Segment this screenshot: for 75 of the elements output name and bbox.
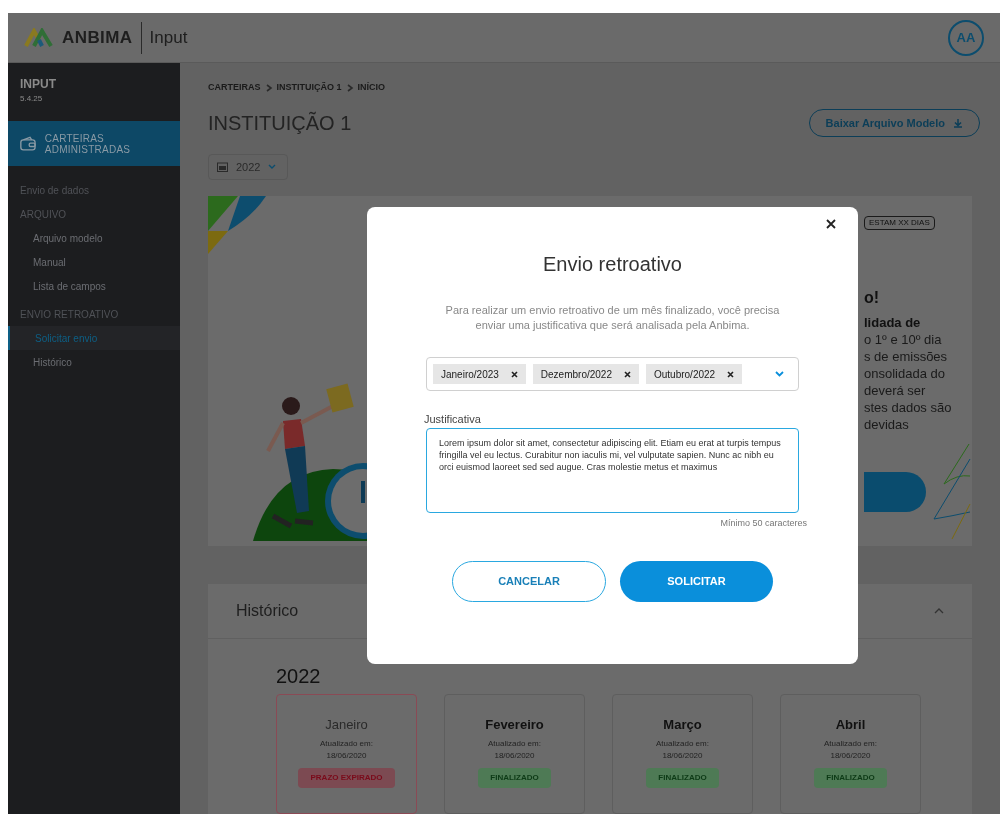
banner-text-line: devidas (864, 416, 909, 433)
download-icon (953, 118, 963, 128)
sidebar-heading: ARQUIVO (19, 207, 68, 222)
chevron-right-icon (264, 84, 273, 92)
app-name: Input (149, 26, 188, 49)
history-title: Histórico (236, 601, 299, 621)
chevron-down-icon (775, 371, 784, 377)
updated-date: 18/06/2020 (326, 749, 367, 762)
dialog-title: Envio retroativo (543, 252, 682, 277)
chevron-up-icon[interactable] (934, 608, 944, 614)
chip-label: Outubro/2022 (654, 367, 716, 382)
page-title: INSTITUIÇÃO 1 (208, 110, 352, 136)
sidebar-item[interactable]: Solicitar envio (8, 326, 180, 350)
sidebar-item[interactable]: Histórico (8, 350, 180, 374)
dialog-description: Para realizar um envio retroativo de um mês finalizado, você precisa enviar uma justificativa que será analisada pela Anbima. (444, 303, 781, 333)
updated-date: 18/06/2020 (662, 749, 703, 762)
month-card[interactable]: Fevereiro Atualizado em: 18/06/2020 FINALIZADO (444, 694, 585, 814)
chevron-right-icon (345, 84, 354, 92)
sidebar-item[interactable]: Arquivo modelo (8, 226, 180, 250)
banner-text-line: s de emissões (864, 348, 948, 365)
updated-label: Atualizado em: (488, 737, 541, 750)
sidebar-item[interactable]: Lista de campos (8, 274, 180, 298)
close-icon[interactable] (826, 219, 836, 229)
status-badge: FINALIZADO (646, 767, 719, 788)
month-multiselect[interactable]: Janeiro/2023 Dezembro/2022 Outubro/2022 (426, 357, 799, 391)
banner-text-line: lidada de (864, 314, 921, 331)
month-card[interactable]: Abril Atualizado em: 18/06/2020 FINALIZADO (780, 694, 921, 814)
sidebar-heading: ENVIO RETROATIVO (19, 307, 120, 322)
breadcrumb-link[interactable]: CARTEIRAS (208, 81, 261, 95)
chevron-down-icon (268, 164, 277, 170)
deadline-badge: ESTAM XX DIAS (864, 216, 935, 230)
month-name: Janeiro (325, 716, 368, 734)
updated-date: 18/06/2020 (494, 749, 535, 762)
sidebar-section[interactable]: CARTEIRAS ADMINISTRADAS (8, 121, 180, 166)
sidebar-title: INPUT (20, 76, 57, 93)
chip-label: Dezembro/2022 (540, 367, 612, 382)
month-chip[interactable]: Dezembro/2022 (532, 364, 639, 384)
version-text: 5.4.25 (20, 93, 44, 105)
logo-text: ANBIMA (62, 26, 133, 49)
month-name: Março (663, 716, 702, 734)
section-label: CARTEIRAS ADMINISTRADAS (44, 132, 132, 155)
sidebar-item[interactable]: Manual (8, 250, 180, 274)
justification-field[interactable]: Lorem ipsum dolor sit amet, consectetur adipiscing elit. Etiam eu erat at turpis tempus fringilla vel eu lectus. Curabitur non iaculis mi, vel vulputate sapien. Nunc ac nibh eu orci euismod laoreet sed sed augue. Cras molestie metus et maximus (426, 428, 799, 513)
banner-heading: o! (864, 288, 880, 308)
updated-date: 18/06/2020 (830, 749, 871, 762)
field-label: Justificativa (424, 413, 481, 426)
status-badge: PRAZO EXPIRADO (298, 767, 395, 788)
submit-button[interactable]: SOLICITAR (620, 560, 773, 602)
wallet-icon (20, 134, 37, 153)
month-name: Fevereiro (485, 716, 544, 734)
month-chip[interactable]: Outubro/2022 (646, 364, 743, 384)
updated-label: Atualizado em: (320, 737, 373, 750)
month-chip[interactable]: Janeiro/2023 (433, 364, 526, 384)
breadcrumb-link[interactable]: INÍCIO (357, 81, 386, 95)
remove-icon[interactable] (510, 370, 518, 378)
status-badge: FINALIZADO (478, 767, 551, 788)
month-name: Abril (835, 716, 866, 734)
calendar-icon (217, 162, 228, 172)
history-year: 2022 (276, 664, 322, 689)
breadcrumb-link[interactable]: INSTITUIÇÃO 1 (276, 81, 342, 95)
status-badge: FINALIZADO (814, 767, 887, 788)
updated-label: Atualizado em: (824, 737, 877, 750)
updated-label: Atualizado em: (656, 737, 709, 750)
remove-icon[interactable] (624, 370, 631, 378)
banner-text-line: o 1º e 10º dia (864, 331, 942, 348)
field-hint: Mínimo 50 caracteres (720, 517, 807, 530)
month-card[interactable]: Março Atualizado em: 18/06/2020 FINALIZADO (612, 694, 753, 814)
banner-text-line: stes dados são (864, 399, 952, 416)
banner-text-line: deverá ser (864, 382, 926, 399)
logo-icon (24, 27, 54, 48)
remove-icon[interactable] (727, 370, 735, 378)
month-card[interactable]: Janeiro Atualizado em: 18/06/2020 PRAZO EXPIRADO (276, 694, 417, 814)
corner-shapes-drawing (208, 196, 268, 256)
banner-text-line: onsolidada do (864, 365, 945, 382)
chip-label: Janeiro/2023 (441, 367, 499, 382)
